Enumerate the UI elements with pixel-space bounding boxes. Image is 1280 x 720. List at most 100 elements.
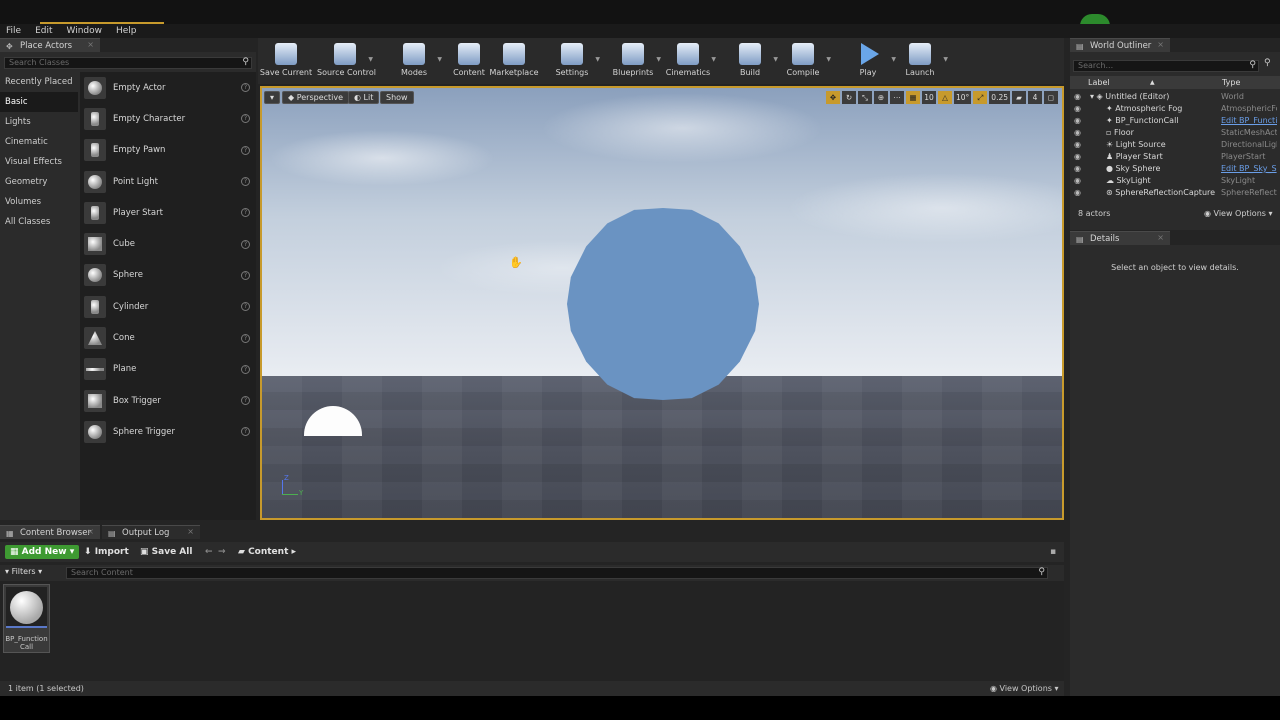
actor-empty-pawn[interactable]: Empty Pawn? — [80, 135, 256, 166]
outliner-row[interactable]: ◉ ☁ SkyLight SkyLight — [1070, 175, 1280, 187]
close-icon[interactable]: × — [1157, 40, 1164, 49]
eye-icon[interactable]: ◉ — [1074, 187, 1081, 199]
actor-empty-actor[interactable]: Empty Actor? — [80, 72, 256, 103]
blueprints-button[interactable]: Blueprints ▼ — [605, 40, 661, 82]
search-icon[interactable]: ⚲ — [242, 57, 249, 67]
rotate-icon[interactable]: ↻ — [842, 91, 856, 104]
grid-snap-value[interactable]: 10 — [922, 91, 936, 104]
scale-icon[interactable]: ⤡ — [858, 91, 872, 104]
eye-icon[interactable]: ◉ — [1074, 115, 1081, 127]
forward-arrow-icon[interactable]: → — [218, 545, 226, 559]
scale-snap-icon[interactable]: ⤢ — [973, 91, 988, 104]
level-viewport[interactable]: ✋ ▾ ◆ Perspective ◐ Lit Show ✥ ↻ ⤡ ⊕ ⋯ ▦… — [260, 86, 1064, 520]
chevron-down-icon[interactable]: ▼ — [368, 56, 373, 63]
outliner-row[interactable]: ◉ ♟ Player Start PlayerStart — [1070, 151, 1280, 163]
compile-button[interactable]: Compile ▼ — [775, 40, 831, 82]
menu-help[interactable]: Help — [116, 26, 137, 36]
source-control-button[interactable]: Source Control ▼ — [317, 40, 376, 82]
asset-tile[interactable]: BP_Function Call — [3, 584, 50, 653]
menu-file[interactable]: File — [6, 26, 21, 36]
camera-speed-value[interactable]: 4 — [1028, 91, 1042, 104]
outliner-row[interactable]: ◉ ● Sky Sphere Edit BP_Sky_S — [1070, 163, 1280, 175]
menu-window[interactable]: Window — [67, 26, 103, 36]
maximize-icon[interactable]: ◻ — [1044, 91, 1058, 104]
chevron-down-icon[interactable]: ▼ — [943, 56, 948, 63]
camera-speed-icon[interactable]: ▰ — [1012, 91, 1026, 104]
help-icon[interactable]: ? — [241, 145, 250, 155]
close-icon[interactable]: × — [187, 527, 194, 536]
eye-icon[interactable]: ◉ — [1074, 139, 1081, 151]
eye-icon[interactable]: ◉ — [1074, 175, 1081, 187]
import-button[interactable]: ⬇ Import — [84, 545, 129, 559]
modes-button[interactable]: Modes ▼ — [386, 40, 442, 82]
outliner-row[interactable]: ◉ ▾ ◈ Untitled (Editor) World — [1070, 91, 1280, 103]
help-icon[interactable]: ? — [241, 114, 250, 124]
add-new-button[interactable]: ▦ Add New ▾ — [5, 545, 80, 559]
path-content[interactable]: ▰ Content ▸ — [238, 545, 296, 559]
outliner-row[interactable]: ◉ ▫ Floor StaticMeshActo — [1070, 127, 1280, 139]
tab-place-actors[interactable]: ✥ Place Actors × — [0, 38, 100, 52]
help-icon[interactable]: ? — [241, 427, 250, 437]
close-icon[interactable]: × — [1157, 233, 1164, 242]
tab-details[interactable]: ▤ Details × — [1070, 231, 1170, 245]
lit-button[interactable]: ◐ Lit — [348, 91, 380, 104]
settings-button[interactable]: Settings ▼ — [544, 40, 600, 82]
eye-icon[interactable]: ◉ — [1074, 151, 1081, 163]
eye-icon[interactable]: ◉ — [1074, 163, 1081, 175]
translate-icon[interactable]: ✥ — [826, 91, 840, 104]
rotation-snap-value[interactable]: 10° — [954, 91, 972, 104]
cinematics-button[interactable]: Cinematics ▼ — [660, 40, 716, 82]
actor-cube[interactable]: Cube? — [80, 228, 256, 259]
actor-plane[interactable]: Plane? — [80, 354, 256, 385]
outliner-row[interactable]: ◉ ⊛ SphereReflectionCapture SphereReflecti — [1070, 187, 1280, 199]
play-button[interactable]: Play ▼ — [840, 40, 896, 82]
column-label[interactable]: Label — [1088, 76, 1110, 89]
chevron-down-icon[interactable]: ▼ — [595, 56, 600, 63]
eye-icon[interactable]: ◉ — [1074, 103, 1081, 115]
eye-icon[interactable]: ◉ — [1074, 127, 1081, 139]
help-icon[interactable]: ? — [241, 364, 250, 374]
category-volumes[interactable]: Volumes — [0, 192, 78, 212]
lock-icon[interactable]: ▪ — [1050, 545, 1056, 559]
content-search-input[interactable]: Search Content ⚲ — [66, 567, 1048, 579]
help-icon[interactable]: ? — [241, 208, 250, 218]
tab-world-outliner[interactable]: ▤ World Outliner × — [1070, 38, 1170, 52]
sphere-actor[interactable] — [567, 208, 759, 400]
chevron-down-icon[interactable]: ▼ — [826, 56, 831, 63]
help-icon[interactable]: ? — [241, 302, 250, 312]
help-icon[interactable]: ? — [241, 333, 250, 343]
build-button[interactable]: Build ▼ — [722, 40, 778, 82]
tab-content-browser[interactable]: ▦ Content Browser × — [0, 525, 100, 539]
actor-point-light[interactable]: Point Light? — [80, 166, 256, 197]
surface-snap-icon[interactable]: ⋯ — [890, 91, 904, 104]
category-visual-effects[interactable]: Visual Effects — [0, 152, 78, 172]
actor-box-trigger[interactable]: Box Trigger? — [80, 385, 256, 416]
outliner-row[interactable]: ◉ ☀ Light Source DirectionalLigh — [1070, 139, 1280, 151]
back-arrow-icon[interactable]: ← — [205, 545, 213, 559]
help-icon[interactable]: ? — [241, 83, 250, 93]
actor-player-start[interactable]: Player Start? — [80, 197, 256, 228]
outliner-row[interactable]: ◉ ✦ BP_FunctionCall Edit BP_Functi — [1070, 115, 1280, 127]
help-icon[interactable]: ? — [241, 177, 250, 187]
grid-snap-icon[interactable]: ▦ — [906, 91, 920, 104]
eye-icon[interactable]: ◉ — [1074, 91, 1081, 103]
outliner-row[interactable]: ◉ ✦ Atmospheric Fog AtmosphericFo — [1070, 103, 1280, 115]
close-icon[interactable]: × — [87, 40, 94, 49]
viewport-options-button[interactable]: ▾ — [264, 91, 281, 104]
actor-empty-character[interactable]: Empty Character? — [80, 103, 256, 134]
actor-sphere-trigger[interactable]: Sphere Trigger? — [80, 416, 256, 447]
category-cinematic[interactable]: Cinematic — [0, 132, 78, 152]
outliner-view-options[interactable]: ◉ View Options ▾ — [1204, 209, 1273, 218]
search-icon[interactable]: ⚲ — [1249, 60, 1256, 70]
close-icon[interactable]: × — [87, 527, 94, 536]
class-search-input[interactable]: Search Classes ⚲ — [4, 57, 252, 69]
launch-button[interactable]: Launch ▼ — [892, 40, 948, 82]
category-geometry[interactable]: Geometry — [0, 172, 78, 192]
help-icon[interactable]: ? — [241, 239, 250, 249]
save-current-button[interactable]: Save Current — [258, 40, 314, 82]
tab-output-log[interactable]: ▤ Output Log × — [102, 525, 200, 539]
search-icon[interactable]: ⚲ — [1038, 567, 1045, 577]
category-lights[interactable]: Lights — [0, 112, 78, 132]
rotation-snap-icon[interactable]: △ — [938, 91, 952, 104]
help-icon[interactable]: ? — [241, 270, 250, 280]
